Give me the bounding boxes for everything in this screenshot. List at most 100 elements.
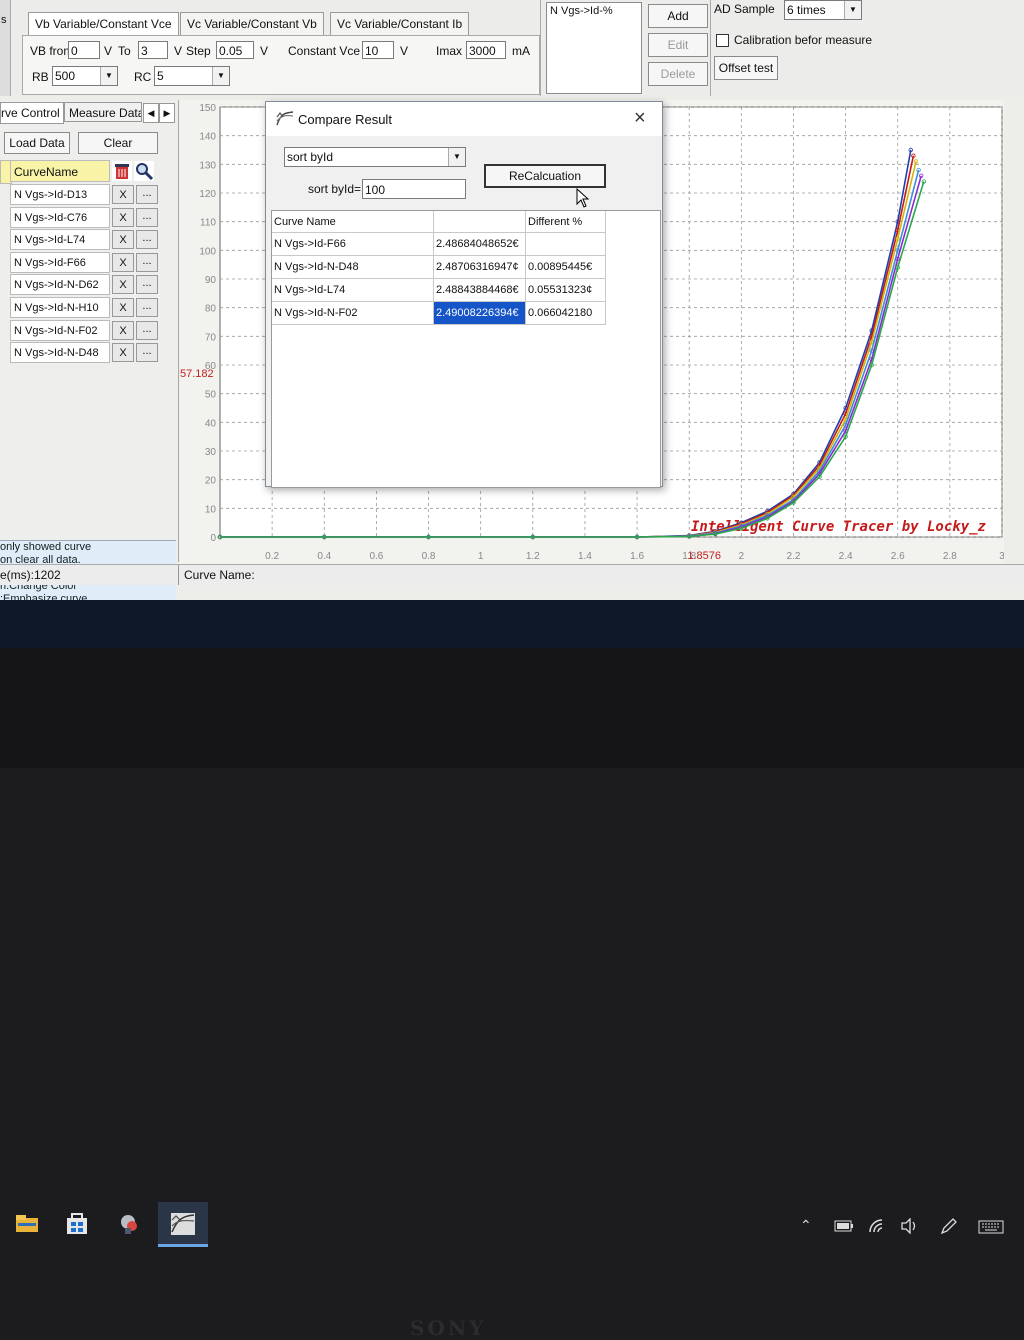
erase-curve-button[interactable]: X <box>112 275 134 295</box>
x-tick-label: 0.2 <box>265 551 279 562</box>
curve-row-name[interactable]: N Vgs->Id-N-H10 <box>10 297 110 318</box>
close-icon[interactable]: × <box>634 107 646 130</box>
table-cell[interactable] <box>526 233 606 256</box>
curve-row-name[interactable]: N Vgs->Id-D13 <box>10 184 110 205</box>
keyboard-icon[interactable] <box>978 1220 1004 1237</box>
x-tick-label: 0.6 <box>369 551 383 562</box>
delete-all-icon[interactable] <box>112 161 132 181</box>
curve-row-name[interactable]: N Vgs->Id-C76 <box>10 206 110 228</box>
curve-row[interactable]: N Vgs->Id-N-H10 X... <box>10 297 158 319</box>
curve-row[interactable]: N Vgs->Id-F66 X... <box>10 251 158 274</box>
chevron-up-icon[interactable]: ⌃ <box>800 1218 814 1232</box>
table-header[interactable] <box>434 211 526 233</box>
curve-row[interactable]: N Vgs->Id-N-F02 X... <box>10 319 158 342</box>
curve-options-button[interactable]: ... <box>136 207 158 227</box>
battery-icon[interactable] <box>834 1220 854 1235</box>
to-input[interactable]: 3 <box>138 41 168 59</box>
curve-tracer-icon[interactable] <box>170 1212 196 1236</box>
tab-curve-control[interactable]: rve Control <box>0 102 64 124</box>
sort-select[interactable]: sort byId ▼ <box>284 147 466 167</box>
table-cell[interactable]: 0.05531323¢ <box>526 279 606 302</box>
laptop-bezel: SONY <box>0 648 1024 1340</box>
sort-id-label: sort byId= <box>308 182 362 196</box>
dialog-titlebar[interactable]: Compare Result × <box>266 102 662 136</box>
table-cell[interactable]: N Vgs->Id-N-F02 <box>272 302 434 325</box>
erase-curve-button[interactable]: X <box>112 207 134 227</box>
erase-curve-button[interactable]: X <box>112 230 134 250</box>
table-cell[interactable]: N Vgs->Id-L74 <box>272 279 434 302</box>
ad-sample-select[interactable]: 6 times ▼ <box>784 0 862 20</box>
curve-row-name[interactable]: N Vgs->Id-L74 <box>10 229 110 251</box>
erase-curve-button[interactable]: X <box>112 185 134 204</box>
y-tick-label: 50 <box>205 390 217 401</box>
edit-button[interactable]: Edit <box>648 33 708 57</box>
curve-row[interactable]: N Vgs->Id-C76 X... <box>10 206 158 229</box>
curve-options-button[interactable]: ... <box>136 230 158 250</box>
tab-scroll-left-icon[interactable]: ◀ <box>143 103 159 123</box>
sort-id-input[interactable]: 100 <box>362 179 466 199</box>
curve-row[interactable]: N Vgs->Id-L74 X... <box>10 229 158 251</box>
curve-row-name[interactable]: N Vgs->Id-N-D62 <box>10 274 110 296</box>
erase-curve-button[interactable]: X <box>112 252 134 272</box>
load-data-button[interactable]: Load Data <box>4 132 70 154</box>
app-icon[interactable] <box>116 1212 142 1236</box>
compare-result-dialog: Compare Result × sort byId ▼ sort byId= 1… <box>265 101 663 488</box>
search-icon[interactable] <box>134 161 154 181</box>
constant-vce-input[interactable]: 10 <box>362 41 394 59</box>
curve-row[interactable]: N Vgs->Id-D13 X... <box>10 184 158 206</box>
imax-input[interactable]: 3000 <box>466 41 506 59</box>
table-cell[interactable]: 2.48706316947¢ <box>434 256 526 279</box>
clear-button[interactable]: Clear <box>78 132 158 154</box>
table-header[interactable]: Curve Name <box>272 211 434 233</box>
table-cell[interactable]: N Vgs->Id-F66 <box>272 233 434 256</box>
x-tick-label: 3 <box>999 551 1004 562</box>
curve-row-name[interactable]: N Vgs->Id-N-F02 <box>10 319 110 341</box>
curve-options-button[interactable]: ... <box>136 185 158 204</box>
curve-options-button[interactable]: ... <box>136 320 158 340</box>
erase-curve-button[interactable]: X <box>112 343 134 363</box>
rb-select[interactable]: 500 ▼ <box>52 66 118 86</box>
x-tick-label: 2.2 <box>787 551 801 562</box>
volume-icon[interactable] <box>900 1217 920 1237</box>
tab-vc-variable-ib[interactable]: Vc Variable/Constant Ib <box>330 12 470 36</box>
table-cell[interactable]: 0.066042180 <box>526 302 606 325</box>
x-tick-label: 1.4 <box>578 551 592 562</box>
compare-result-table[interactable]: Curve Name Different % N Vgs->Id-F66 2.4868… <box>271 210 661 488</box>
pen-icon[interactable] <box>940 1218 958 1237</box>
add-button[interactable]: Add <box>648 4 708 28</box>
offset-test-button[interactable]: Offset test <box>714 56 778 80</box>
curve-row[interactable]: N Vgs->Id-N-D48 X... <box>10 342 158 364</box>
file-explorer-icon[interactable] <box>14 1212 40 1236</box>
table-cell[interactable]: 2.48843884468€ <box>434 279 526 302</box>
calibration-checkbox[interactable] <box>716 34 729 47</box>
tab-vc-variable-vb[interactable]: Vc Variable/Constant Vb <box>180 12 324 36</box>
rc-select[interactable]: 5 ▼ <box>154 66 230 86</box>
step-unit: V <box>260 44 269 58</box>
table-cell[interactable]: 2.48684048652€ <box>434 233 526 256</box>
store-icon[interactable] <box>64 1212 90 1236</box>
curve-options-button[interactable]: ... <box>136 343 158 363</box>
curve-options-button[interactable]: ... <box>136 275 158 295</box>
wifi-icon[interactable] <box>868 1218 886 1237</box>
curve-listbox[interactable]: N Vgs->Id-% <box>546 2 642 94</box>
curve-list-item[interactable]: N Vgs->Id-% <box>550 5 613 17</box>
curve-options-button[interactable]: ... <box>136 252 158 272</box>
recalculation-button[interactable]: ReCalcuation <box>484 164 606 188</box>
tab-scroll-right-icon[interactable]: ▶ <box>159 103 175 123</box>
delete-button[interactable]: Delete <box>648 62 708 86</box>
curve-row[interactable]: N Vgs->Id-N-D62 X... <box>10 274 158 296</box>
curve-options-button[interactable]: ... <box>136 298 158 317</box>
curve-row-name[interactable]: N Vgs->Id-F66 <box>10 251 110 273</box>
tab-measure-data[interactable]: Measure Data <box>64 102 142 122</box>
table-cell[interactable]: 2.49008226394€ <box>434 302 526 325</box>
step-input[interactable]: 0.05 <box>216 41 254 59</box>
erase-curve-button[interactable]: X <box>112 298 134 317</box>
table-cell[interactable]: N Vgs->Id-N-D48 <box>272 256 434 279</box>
vb-from-input[interactable]: 0 <box>68 41 100 59</box>
table-header[interactable]: Different % <box>526 211 606 233</box>
tab-vb-variable[interactable]: Vb Variable/Constant Vce <box>28 12 179 36</box>
table-cell[interactable]: 0.00895445€ <box>526 256 606 279</box>
x-tick-label: 2.8 <box>943 551 957 562</box>
curve-row-name[interactable]: N Vgs->Id-N-D48 <box>10 342 110 364</box>
erase-curve-button[interactable]: X <box>112 320 134 340</box>
